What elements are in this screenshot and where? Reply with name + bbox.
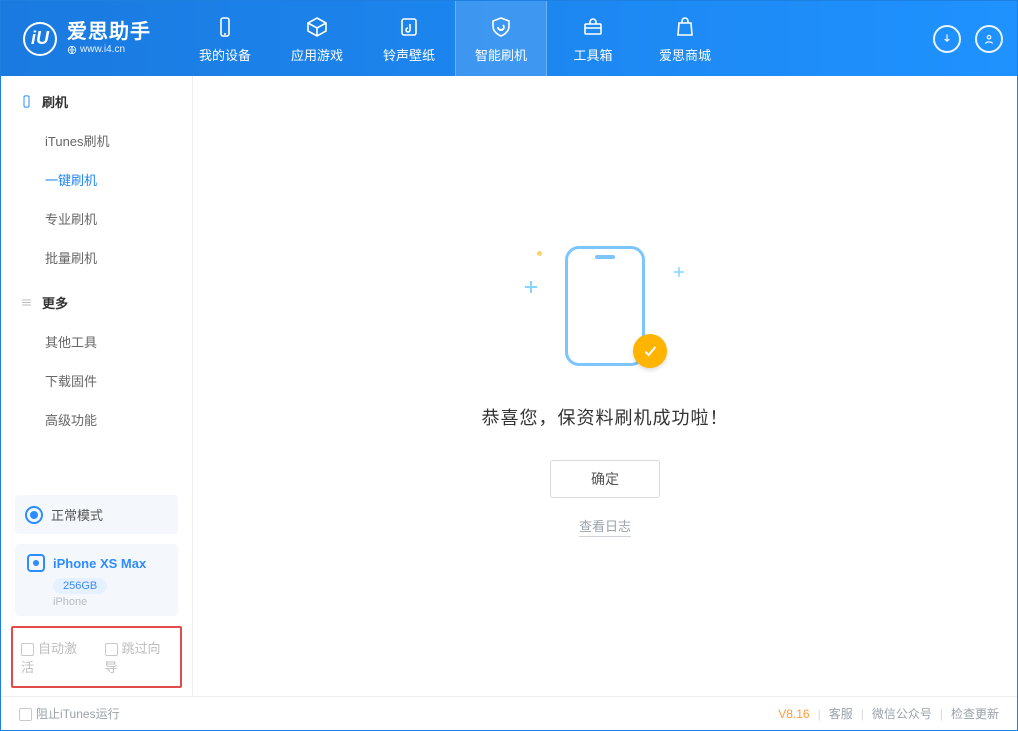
device-name: iPhone XS Max	[53, 556, 146, 571]
success-message: 恭喜您，保资料刷机成功啦！	[482, 404, 729, 430]
app-site: www.i4.cn	[67, 44, 151, 56]
cube-icon	[304, 14, 330, 40]
version-label: V8.16	[778, 707, 809, 721]
logo-icon: iU	[23, 22, 57, 56]
sidebar-group-label: 刷机	[42, 92, 68, 111]
nav-my-device[interactable]: 我的设备	[179, 1, 271, 76]
user-button[interactable]	[975, 25, 1003, 53]
footer-link-wechat[interactable]: 微信公众号	[872, 705, 932, 722]
app-window: iU 爱思助手 www.i4.cn 我的设备 应用游戏 铃声壁纸 智能刷机	[0, 0, 1018, 731]
device-type: iPhone	[53, 596, 166, 608]
app-title: 爱思助手	[67, 21, 151, 44]
download-button[interactable]	[933, 25, 961, 53]
nav-label: 铃声壁纸	[383, 45, 435, 64]
body: 刷机 iTunes刷机 一键刷机 专业刷机 批量刷机 更多 其他工具 下载固件 …	[1, 76, 1017, 696]
mode-card[interactable]: 正常模式	[15, 495, 178, 534]
device-icon	[212, 14, 238, 40]
checkbox-skip-guide[interactable]: 跳过向导	[105, 638, 173, 676]
nav-label: 智能刷机	[475, 45, 527, 64]
logo[interactable]: iU 爱思助手 www.i4.cn	[1, 1, 169, 76]
sidebar-item-advanced[interactable]: 高级功能	[1, 400, 192, 439]
toolbox-icon	[580, 14, 606, 40]
sidebar-group-flash: 刷机	[1, 76, 192, 121]
ok-button[interactable]: 确定	[550, 460, 660, 498]
refresh-shield-icon	[488, 14, 514, 40]
device-storage: 256GB	[53, 578, 107, 594]
sidebar-item-itunes-flash[interactable]: iTunes刷机	[1, 121, 192, 160]
device-phone-icon	[27, 554, 45, 572]
nav-label: 我的设备	[199, 45, 251, 64]
sparkle-icon	[674, 267, 684, 277]
sidebar-group-label: 更多	[42, 293, 68, 312]
sidebar-item-pro-flash[interactable]: 专业刷机	[1, 199, 192, 238]
nav-smart-flash[interactable]: 智能刷机	[455, 1, 547, 76]
nav-label: 爱思商城	[659, 45, 711, 64]
checkbox-block-itunes[interactable]: 阻止iTunes运行	[19, 705, 120, 722]
bag-icon	[672, 14, 698, 40]
mode-icon	[25, 506, 43, 524]
dot-decor	[537, 251, 542, 256]
checkbox-auto-activate[interactable]: 自动激活	[21, 638, 89, 676]
header-bar: iU 爱思助手 www.i4.cn 我的设备 应用游戏 铃声壁纸 智能刷机	[1, 1, 1017, 76]
view-logs-link[interactable]: 查看日志	[579, 516, 631, 537]
checkbox-label: 阻止iTunes运行	[36, 707, 120, 721]
sidebar-item-oneclick-flash[interactable]: 一键刷机	[1, 160, 192, 199]
sidebar-item-other-tools[interactable]: 其他工具	[1, 322, 192, 361]
nav-label: 工具箱	[573, 45, 612, 64]
footer-link-update[interactable]: 检查更新	[951, 705, 999, 722]
nav-apps-games[interactable]: 应用游戏	[271, 1, 363, 76]
music-icon	[396, 14, 422, 40]
sidebar-item-download-firmware[interactable]: 下载固件	[1, 361, 192, 400]
header-actions	[933, 1, 1017, 76]
status-bar: 阻止iTunes运行 V8.16 | 客服 | 微信公众号 | 检查更新	[1, 696, 1017, 730]
sidebar-group-more: 更多	[1, 277, 192, 322]
nav-label: 应用游戏	[291, 45, 343, 64]
nav-toolbox[interactable]: 工具箱	[547, 1, 639, 76]
nav-ringtones-wallpapers[interactable]: 铃声壁纸	[363, 1, 455, 76]
success-illustration	[525, 236, 685, 376]
flash-options-highlighted: 自动激活 跳过向导	[11, 626, 182, 688]
footer-link-service[interactable]: 客服	[829, 705, 853, 722]
sidebar: 刷机 iTunes刷机 一键刷机 专业刷机 批量刷机 更多 其他工具 下载固件 …	[1, 76, 193, 696]
top-nav: 我的设备 应用游戏 铃声壁纸 智能刷机 工具箱 爱思商城	[179, 1, 731, 76]
sidebar-item-batch-flash[interactable]: 批量刷机	[1, 238, 192, 277]
check-badge-icon	[633, 334, 667, 368]
device-card[interactable]: iPhone XS Max 256GB iPhone	[15, 544, 178, 616]
mode-label: 正常模式	[51, 505, 103, 524]
sparkle-icon	[525, 281, 537, 293]
main-content: 恭喜您，保资料刷机成功啦！ 确定 查看日志	[193, 76, 1017, 696]
nav-store[interactable]: 爱思商城	[639, 1, 731, 76]
